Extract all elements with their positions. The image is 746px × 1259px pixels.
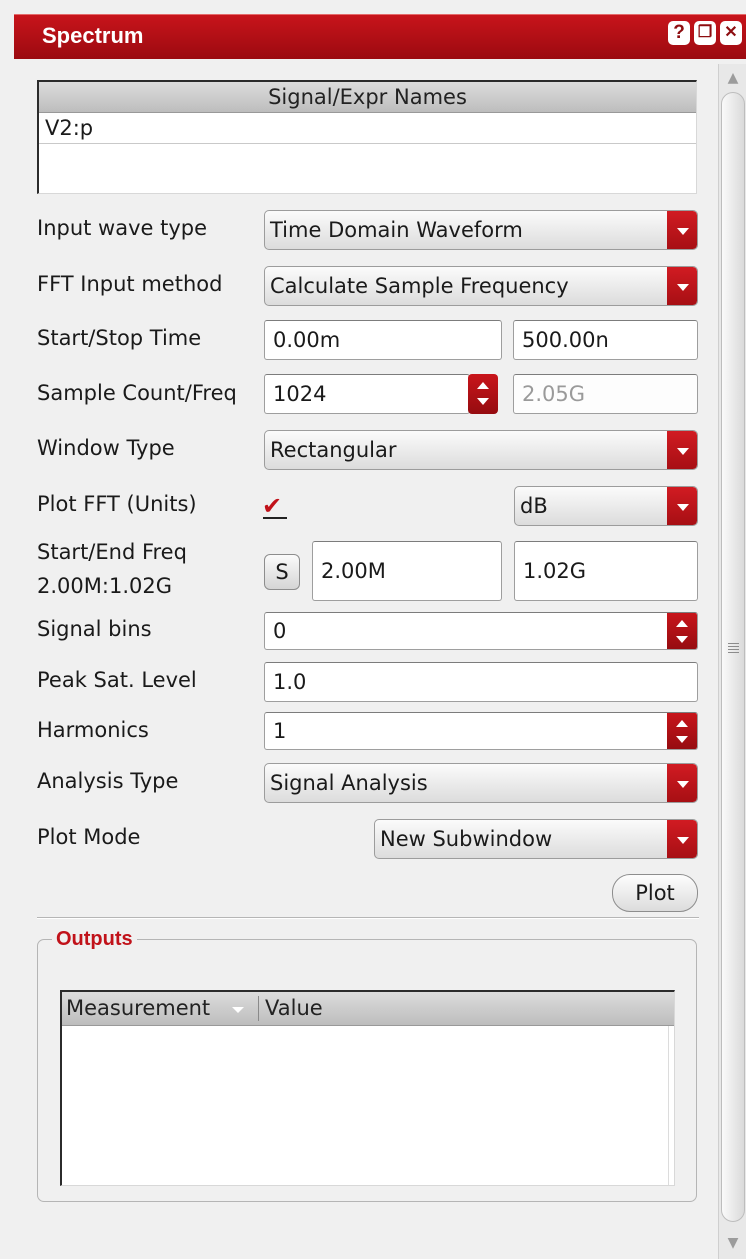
title-bar-strip: Spectrum bbox=[14, 14, 746, 59]
column-header-measurement[interactable]: Measurement bbox=[66, 992, 210, 1025]
close-icon[interactable]: ✕ bbox=[720, 21, 742, 45]
sample-freq-field[interactable]: 2.05G bbox=[513, 374, 698, 414]
fft-input-method-label: FFT Input method bbox=[37, 272, 223, 296]
sort-descending-icon[interactable] bbox=[232, 1007, 244, 1013]
fft-input-method-value: Calculate Sample Frequency bbox=[270, 274, 569, 298]
section-divider bbox=[37, 917, 699, 919]
window-type-value: Rectangular bbox=[270, 438, 397, 462]
plot-button[interactable]: Plot bbox=[612, 874, 698, 912]
sample-count-field[interactable]: 1024 bbox=[264, 374, 470, 414]
start-stop-time-label: Start/Stop Time bbox=[37, 326, 202, 350]
float-icon[interactable]: ❐ bbox=[694, 21, 716, 45]
plot-mode-value: New Subwindow bbox=[380, 827, 553, 851]
signal-table[interactable]: Signal/Expr Names V2:p bbox=[37, 80, 697, 194]
signal-table-header[interactable]: Signal/Expr Names bbox=[39, 82, 696, 113]
scroll-up-icon[interactable]: ▲ bbox=[722, 66, 744, 90]
sample-count-freq-label: Sample Count/Freq bbox=[37, 381, 237, 405]
plot-mode-select[interactable]: New Subwindow bbox=[374, 819, 698, 859]
signal-bins-spinner-icon[interactable] bbox=[667, 613, 697, 649]
outputs-title: Outputs bbox=[52, 928, 137, 951]
scroll-down-icon[interactable]: ▼ bbox=[722, 1231, 744, 1255]
harmonics-spinner-icon[interactable] bbox=[667, 713, 697, 749]
analysis-type-label: Analysis Type bbox=[37, 769, 179, 793]
plot-fft-checkbox[interactable]: ✔ bbox=[262, 494, 286, 518]
chevron-down-icon[interactable] bbox=[667, 764, 697, 802]
chevron-down-icon[interactable] bbox=[667, 267, 697, 305]
scroll-thumb[interactable] bbox=[721, 92, 745, 1222]
start-time-field[interactable]: 0.00m bbox=[264, 320, 502, 360]
table-row[interactable]: V2:p bbox=[39, 113, 696, 144]
analysis-type-select[interactable]: Signal Analysis bbox=[264, 763, 698, 803]
chevron-down-icon[interactable] bbox=[667, 211, 697, 249]
title-bar: Spectrum ? ❐ ✕ bbox=[0, 0, 746, 60]
harmonics-label: Harmonics bbox=[37, 718, 149, 742]
analysis-type-value: Signal Analysis bbox=[270, 771, 428, 795]
vertical-scrollbar[interactable]: ▲ ▼ bbox=[718, 64, 746, 1259]
window-type-select[interactable]: Rectangular bbox=[264, 430, 698, 470]
scroll-grip-icon bbox=[728, 643, 739, 655]
peak-sat-level-field[interactable]: 1.0 bbox=[264, 662, 698, 702]
signal-bins-field[interactable]: 0 bbox=[264, 612, 698, 650]
harmonics-value: 1 bbox=[273, 719, 287, 743]
chevron-down-icon[interactable] bbox=[667, 820, 697, 858]
fft-input-method-select[interactable]: Calculate Sample Frequency bbox=[264, 266, 698, 306]
window-title: Spectrum bbox=[42, 23, 144, 48]
plot-fft-label: Plot FFT (Units) bbox=[37, 492, 197, 516]
outputs-scrollbar[interactable] bbox=[668, 1026, 674, 1185]
plot-units-value: dB bbox=[520, 494, 548, 518]
select-freq-button[interactable]: S bbox=[264, 554, 300, 590]
stop-time-field[interactable]: 500.00n bbox=[513, 320, 698, 360]
signal-bins-label: Signal bins bbox=[37, 617, 152, 641]
checkbox-underline bbox=[263, 517, 287, 519]
input-wave-type-label: Input wave type bbox=[37, 216, 208, 240]
chevron-down-icon[interactable] bbox=[667, 431, 697, 469]
chevron-down-icon[interactable] bbox=[667, 487, 697, 525]
start-freq-field[interactable]: 2.00M bbox=[312, 541, 502, 601]
plot-units-select[interactable]: dB bbox=[514, 486, 698, 526]
plot-mode-label: Plot Mode bbox=[37, 825, 141, 849]
window-type-label: Window Type bbox=[37, 436, 175, 460]
help-icon[interactable]: ? bbox=[668, 21, 690, 45]
end-freq-field[interactable]: 1.02G bbox=[514, 541, 698, 601]
input-wave-type-value: Time Domain Waveform bbox=[270, 218, 523, 242]
signal-bins-value: 0 bbox=[273, 619, 287, 643]
column-separator[interactable] bbox=[258, 996, 259, 1021]
harmonics-field[interactable]: 1 bbox=[264, 712, 698, 750]
input-wave-type-select[interactable]: Time Domain Waveform bbox=[264, 210, 698, 250]
outputs-table-header: Measurement Value bbox=[62, 992, 674, 1026]
start-end-freq-range: 2.00M:1.02G bbox=[37, 574, 172, 598]
sample-count-spinner-icon[interactable] bbox=[468, 374, 498, 414]
column-header-value[interactable]: Value bbox=[265, 992, 323, 1025]
peak-sat-level-label: Peak Sat. Level bbox=[37, 668, 197, 692]
start-end-freq-label: Start/End Freq bbox=[37, 540, 187, 564]
outputs-table[interactable]: Measurement Value bbox=[60, 990, 675, 1186]
